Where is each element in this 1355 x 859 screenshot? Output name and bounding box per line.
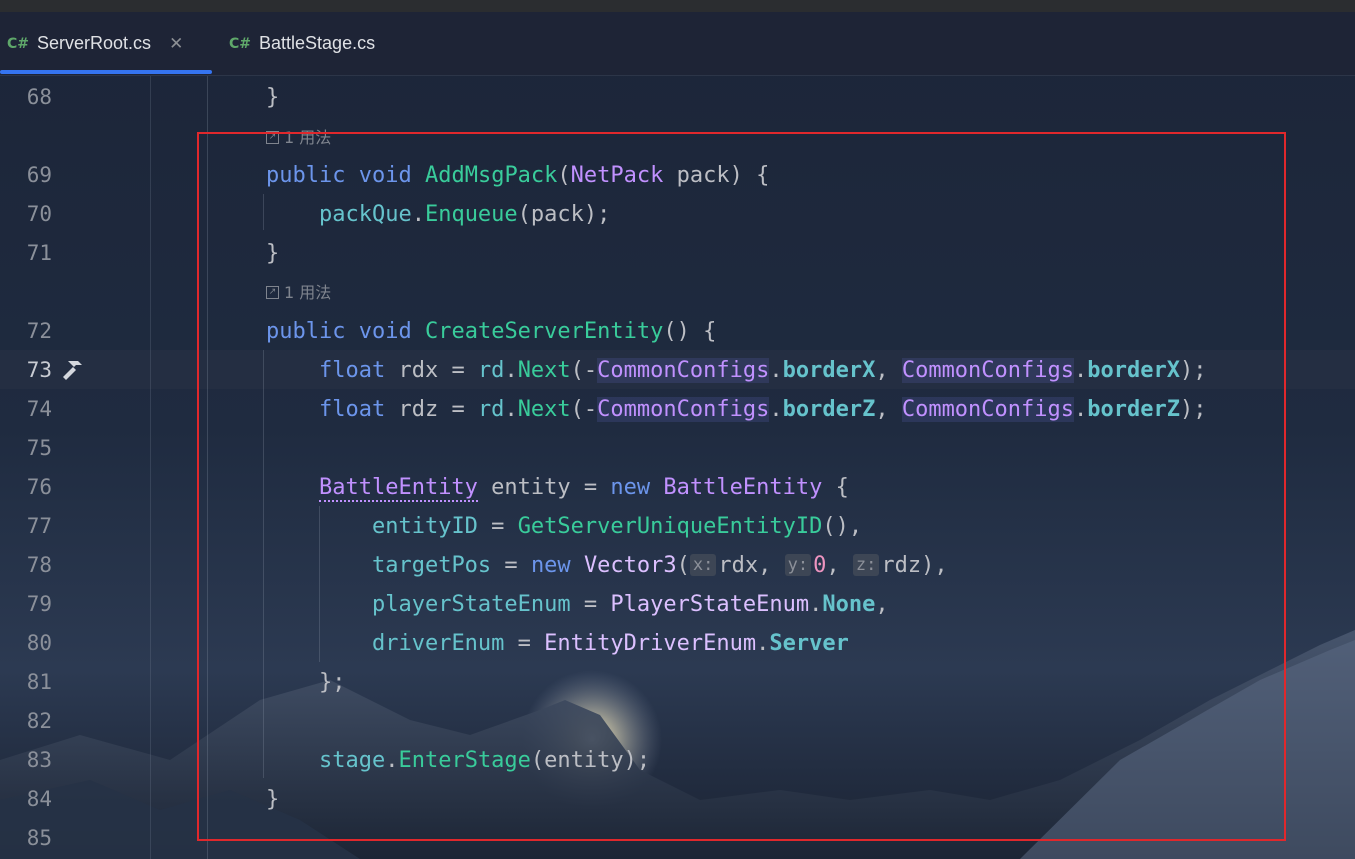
line-number: 78 [26, 553, 52, 577]
line-number: 83 [26, 748, 52, 772]
line-number: 79 [26, 592, 52, 616]
line-number: 68 [26, 85, 52, 109]
line-number: 77 [26, 514, 52, 538]
hammer-icon[interactable] [60, 357, 90, 383]
line-number: 84 [26, 787, 52, 811]
line-number: 69 [26, 163, 52, 187]
gutter-separator [150, 76, 151, 859]
line-number: 80 [26, 631, 52, 655]
line-number: 72 [26, 319, 52, 343]
highlight-annotation-box [197, 132, 1286, 841]
line-number: 73 [26, 358, 52, 382]
csharp-file-icon: C# [7, 35, 30, 52]
tab-label: ServerRoot.cs [37, 33, 152, 53]
csharp-file-icon: C# [229, 35, 252, 52]
line-number: 82 [26, 709, 52, 733]
code-line-68: } [266, 85, 280, 110]
window-top-bar [0, 0, 1355, 12]
active-tab-indicator [0, 70, 212, 74]
close-icon[interactable]: ✕ [169, 34, 183, 54]
editor-tab-bar: C# ServerRoot.cs ✕ C# BattleStage.cs [0, 12, 1355, 76]
tab-serverroot[interactable]: C# ServerRoot.cs ✕ [7, 12, 183, 75]
line-number: 70 [26, 202, 52, 226]
line-number: 75 [26, 436, 52, 460]
line-number: 81 [26, 670, 52, 694]
line-number: 74 [26, 397, 52, 421]
line-number: 71 [26, 241, 52, 265]
tab-battlestage[interactable]: C# BattleStage.cs [229, 12, 375, 75]
line-number: 85 [26, 826, 52, 850]
line-number: 76 [26, 475, 52, 499]
tab-label: BattleStage.cs [259, 33, 376, 53]
